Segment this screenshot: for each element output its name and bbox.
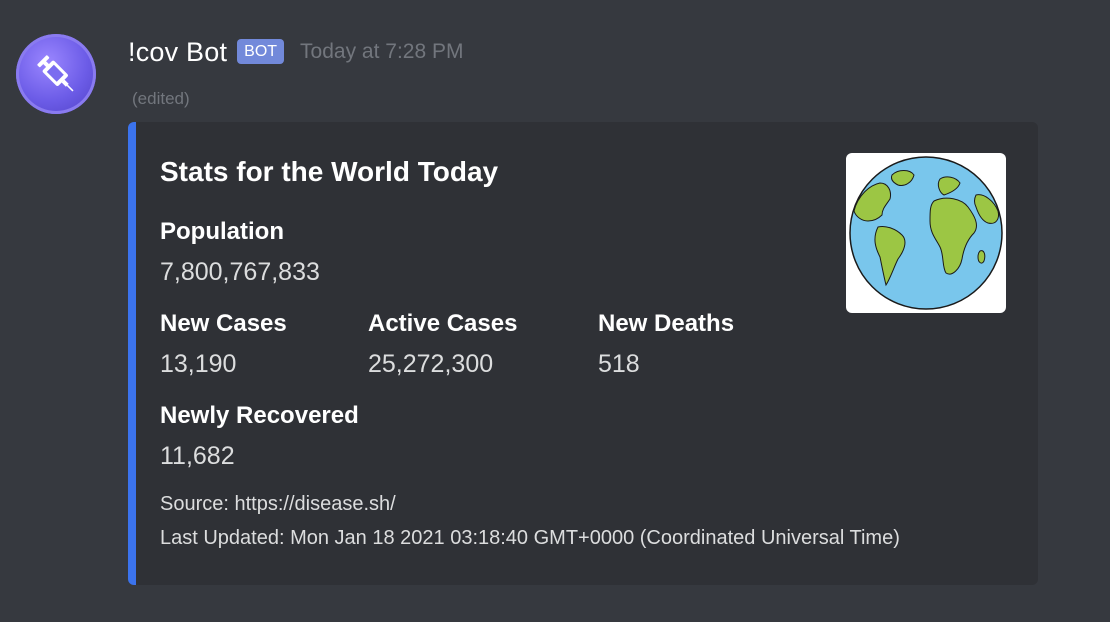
field-name-new-cases: New Cases [160,310,287,337]
field-name-active-cases: Active Cases [368,310,518,337]
field-value-active-cases: 25,272,300 [368,350,494,378]
field-value-new-cases: 13,190 [160,350,237,378]
syringe-icon [37,55,74,92]
embed-thumbnail[interactable] [846,153,1006,313]
message-header: !cov Bot BOT Today at 7:28 PM [128,32,463,72]
field-name-population: Population [160,218,284,245]
field-value-new-deaths: 518 [598,350,640,378]
field-name-new-deaths: New Deaths [598,310,735,337]
field-name-newly-recovered: Newly Recovered [160,402,359,429]
bot-avatar[interactable] [16,34,96,114]
edited-label: (edited) [132,89,190,108]
field-value-newly-recovered: 11,682 [160,442,235,470]
bot-badge: BOT [237,38,285,64]
embed-last-updated: Last Updated: Mon Jan 18 2021 03:18:40 G… [160,527,900,549]
chat-message: !cov Bot BOT Today at 7:28 PM (edited) S… [0,0,1110,622]
globe-icon [849,156,1003,310]
embed-title: Stats for the World Today [160,156,499,187]
embed-source: Source: https://disease.sh/ [160,493,396,515]
username[interactable]: !cov Bot [128,37,227,68]
message-timestamp[interactable]: Today at 7:28 PM [300,40,463,64]
field-value-population: 7,800,767,833 [160,258,320,286]
stats-embed: Stats for the World Today Population 7,8… [128,122,1038,585]
